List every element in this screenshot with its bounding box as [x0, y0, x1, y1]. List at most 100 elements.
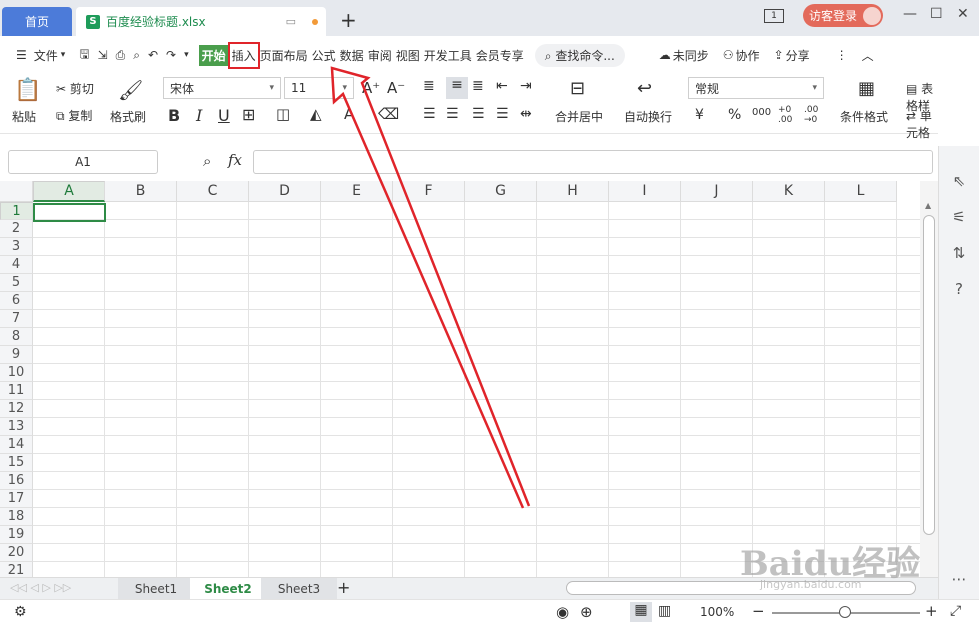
merge-icon[interactable]: ⊟ — [570, 78, 585, 99]
eraser-icon[interactable]: ⌫ — [378, 105, 399, 123]
align-middle-icon[interactable]: ≡ — [446, 77, 468, 99]
italic-icon[interactable]: I — [196, 106, 202, 125]
page-view-icon[interactable]: ▥ — [658, 603, 671, 619]
home-tab[interactable]: 首页 — [2, 7, 72, 36]
fill-color-icon[interactable]: ◫ — [276, 105, 290, 123]
more-icon[interactable]: ⋮ — [836, 48, 848, 62]
zoom-level[interactable]: 100% — [700, 605, 734, 619]
collab-button[interactable]: 协作 — [736, 47, 760, 64]
column-header-e[interactable]: E — [321, 181, 393, 202]
scroll-up-icon[interactable]: ▲ — [925, 201, 931, 210]
row-header-5[interactable]: 5 — [0, 274, 33, 292]
monitor-icon[interactable]: ▭ — [286, 15, 296, 28]
number-format-select[interactable]: 常规 ▾ — [688, 77, 824, 99]
cloud-sync-icon[interactable]: ☁ — [659, 48, 671, 62]
maximize-button[interactable]: ☐ — [930, 6, 943, 22]
row-header-20[interactable]: 20 — [0, 544, 33, 562]
file-tab[interactable]: S 百度经验标题.xlsx ▭ — [76, 7, 326, 36]
font-color-icon[interactable]: A — [344, 105, 354, 123]
cell-area[interactable] — [33, 202, 920, 577]
formula-input[interactable] — [253, 150, 933, 174]
wrap-icon[interactable]: ↩ — [637, 78, 652, 99]
row-header-12[interactable]: 12 — [0, 400, 33, 418]
row-header-3[interactable]: 3 — [0, 238, 33, 256]
row-header-14[interactable]: 14 — [0, 436, 33, 454]
percent-icon[interactable]: % — [728, 107, 741, 123]
fullscreen-icon[interactable]: ⤢ — [950, 603, 961, 619]
login-button[interactable]: 访客登录 — [803, 4, 883, 27]
row-header-18[interactable]: 18 — [0, 508, 33, 526]
decimal-increase-icon[interactable]: +0.00 — [778, 105, 792, 125]
name-box[interactable]: A1 — [8, 150, 158, 174]
paste-button[interactable]: 粘贴 — [12, 108, 36, 125]
column-header-l[interactable]: L — [825, 181, 897, 202]
tab-data[interactable]: 数据 — [339, 45, 365, 66]
tab-view[interactable]: 视图 — [395, 45, 421, 66]
column-header-c[interactable]: C — [177, 181, 249, 202]
underline-icon[interactable]: U — [218, 106, 230, 125]
share-icon[interactable]: ⇪ — [774, 48, 784, 62]
save-icon[interactable]: 🖫 — [79, 45, 89, 66]
fx-icon[interactable]: fx — [228, 151, 242, 169]
conditional-format-icon[interactable]: ▦ — [858, 78, 875, 99]
share-button[interactable]: 分享 — [786, 47, 810, 64]
vertical-scrollbar[interactable]: ▲ — [920, 181, 938, 577]
sheet-tab-2[interactable]: Sheet2 — [190, 578, 266, 599]
row-header-6[interactable]: 6 — [0, 292, 33, 310]
zoom-slider-thumb[interactable] — [839, 606, 851, 618]
export-icon[interactable]: ⇲ — [98, 48, 108, 62]
tab-start[interactable]: 开始 — [198, 44, 229, 66]
tab-review[interactable]: 审阅 — [367, 45, 393, 66]
chevron-down-icon[interactable]: ▾ — [61, 50, 66, 60]
window-count-badge[interactable]: 1 — [764, 9, 784, 23]
thousands-icon[interactable]: 000 — [752, 107, 771, 118]
command-search[interactable]: ⌕ 查找命令... — [534, 43, 625, 67]
quick-access-dropdown-icon[interactable]: ▾ — [184, 50, 189, 60]
indent-increase-icon[interactable]: ⇥ — [520, 78, 532, 94]
font-increase-icon[interactable]: A⁺ — [362, 79, 380, 97]
row-header-1[interactable]: 1 — [0, 202, 33, 220]
cursor-icon[interactable]: ⇖ — [949, 172, 969, 192]
add-sheet-button[interactable]: + — [337, 578, 350, 597]
column-header-a[interactable]: A — [33, 181, 105, 202]
font-size-select[interactable]: 11 ▾ — [284, 77, 354, 99]
paste-icon[interactable]: 📋 — [14, 78, 41, 103]
column-header-i[interactable]: I — [609, 181, 681, 202]
justify-icon[interactable]: ☰ — [496, 106, 509, 122]
row-header-7[interactable]: 7 — [0, 310, 33, 328]
row-header-13[interactable]: 13 — [0, 418, 33, 436]
row-header-10[interactable]: 10 — [0, 364, 33, 382]
tab-developer[interactable]: 开发工具 — [423, 45, 473, 66]
undo-icon[interactable]: ↶ — [148, 48, 158, 62]
transform-icon[interactable]: ⇅ — [949, 244, 969, 264]
row-header-11[interactable]: 11 — [0, 382, 33, 400]
row-header-21[interactable]: 21 — [0, 562, 33, 577]
column-header-d[interactable]: D — [249, 181, 321, 202]
sheet-tab-3[interactable]: Sheet3 — [261, 578, 337, 599]
copy-button[interactable]: ⧉ 复制 — [56, 107, 92, 124]
scroll-thumb[interactable] — [923, 215, 935, 535]
format-painter-button[interactable]: 格式刷 — [110, 108, 146, 125]
row-header-19[interactable]: 19 — [0, 526, 33, 544]
select-all-corner[interactable] — [0, 181, 33, 202]
align-right-icon[interactable]: ☰ — [472, 106, 485, 122]
font-name-select[interactable]: 宋体 ▾ — [163, 77, 281, 99]
tab-member[interactable]: 会员专享 — [475, 45, 525, 66]
print-icon[interactable]: ⎙ — [116, 48, 126, 63]
brush-icon[interactable]: 🖌 — [118, 78, 143, 102]
adjust-icon[interactable]: ⚟ — [949, 208, 969, 228]
align-left-icon[interactable]: ☰ — [423, 106, 436, 122]
preview-icon[interactable]: ⌕ — [133, 48, 140, 63]
column-header-f[interactable]: F — [393, 181, 465, 202]
collab-icon[interactable]: ⚇ — [723, 48, 734, 62]
align-top-icon[interactable]: ≣ — [423, 78, 435, 94]
more-dots-icon[interactable]: ⋯ — [949, 570, 969, 590]
zoom-lens-icon[interactable]: ⌕ — [203, 152, 211, 170]
view-mode-icon[interactable]: ⊕ — [580, 603, 593, 621]
menu-file[interactable]: 文件 — [33, 45, 59, 66]
column-header-k[interactable]: K — [753, 181, 825, 202]
column-header-b[interactable]: B — [105, 181, 177, 202]
row-header-4[interactable]: 4 — [0, 256, 33, 274]
paint-bucket-icon[interactable]: ◭ — [310, 105, 322, 123]
redo-icon[interactable]: ↷ — [166, 48, 176, 62]
